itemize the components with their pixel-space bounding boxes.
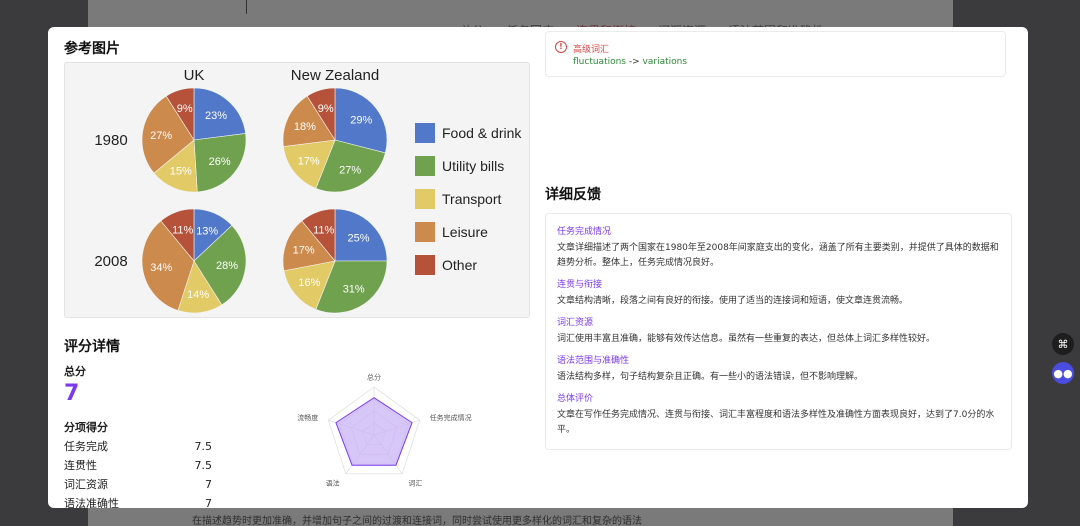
pie-slice-label: 9% [177,103,193,115]
pie-slice-label: 34% [150,262,172,274]
feedback-item: 语法范围与准确性 语法结构多样，句子结构复杂且正确。有一些小的语法错误，但不影响… [557,353,1000,385]
pie-slice-label: 18% [294,121,316,133]
feedback-item: 连贯与衔接 文章结构清晰，段落之间有良好的衔接。使用了适当的连接词和短语，使文章… [557,277,1000,309]
sub-score-value: 7.5 [194,440,213,453]
feedback-item: 词汇资源 词汇使用丰富且准确，能够有效传达信息。虽然有一些重复的表达，但总体上词… [557,315,1000,347]
feedback-item: 任务完成情况 文章详细描述了两个国家在1980年至2008年间家庭支出的变化，涵… [557,224,1000,271]
suggestion-title: 高级词汇 [573,45,610,55]
feedback-text: 语法结构多样，句子结构复杂且正确。有一些小的语法错误，但不影响理解。 [557,372,864,382]
radar-axis-label: 任务完成情况 [430,413,472,422]
feedback-text: 词汇使用丰富且准确，能够有效传达信息。虽然有一些重复的表达，但总体上词汇多样性较… [557,334,936,344]
legend-swatch [415,255,435,275]
background-divider [246,0,247,14]
feedback-text: 文章结构清晰，段落之间有良好的衔接。使用了适当的连接词和短语，使文章连贯流畅。 [557,296,909,306]
sub-score-row: 词汇资源 7 [64,477,212,496]
pie-slice-label: 25% [348,232,370,244]
background-footer-text: 在描述趋势时更加准确，并增加句子之间的过渡和连接词，同时尝试使用更多样化的词汇和… [192,516,642,526]
sub-score-value: 7.5 [194,459,213,472]
vocabulary-suggestion-card: ! 高级词汇 fluctuations -> variations [545,31,1006,77]
pie-row-label: 2008 [94,253,127,270]
legend-swatch [415,189,435,209]
legend-label: Utility bills [442,158,504,174]
detailed-feedback-title: 详细反馈 [545,187,601,203]
legend-swatch [415,123,435,143]
pie-slice-label: 17% [298,155,320,167]
grid-icon[interactable]: ⌘ [1052,333,1074,355]
feedback-heading: 语法范围与准确性 [557,356,630,366]
sub-scores-list: 任务完成 7.5 连贯性 7.5 词汇资源 7 语法准确性 7 [64,439,212,508]
pie-slice-label: 27% [339,165,361,177]
sub-score-row: 任务完成 7.5 [64,439,212,458]
sub-score-row: 语法准确性 7 [64,496,212,508]
pie-slice-label: 16% [298,277,320,289]
legend-swatch [415,222,435,242]
pie-slice-label: 28% [216,260,238,272]
pie-column-title: New Zealand [291,67,379,84]
original-word: fluctuations [573,57,626,67]
pie-slice-label: 11% [172,225,193,237]
pie-slice-label: 23% [205,110,227,122]
pie-slice-label: 15% [170,166,192,178]
pie-slice-label: 27% [150,130,172,142]
feedback-text: 文章在写作任务完成情况、连贯与衔接、词汇丰富程度和语法多样性及准确性方面表现良好… [557,410,995,435]
score-details-title: 评分详情 [64,339,120,355]
sub-score-value: 7 [205,478,212,491]
feedback-text: 文章详细描述了两个国家在1980年至2008年间家庭支出的变化，涵盖了所有主要类… [557,243,999,268]
pie-slice-label: 29% [350,115,372,127]
radar-axis-label: 词汇 [408,479,422,487]
pie-slice-label: 17% [293,245,315,257]
total-score-value: 7 [64,381,80,406]
pie-slice-label: 26% [209,156,231,168]
feedback-heading: 总体评价 [557,394,594,404]
radar-axis-label: 总分 [367,372,381,381]
sub-scores-label: 分项得分 [64,421,108,434]
sub-score-name: 语法准确性 [64,497,119,508]
feedback-heading: 连贯与衔接 [557,280,603,290]
score-radar-chart: 总分任务完成情况词汇 语法 流畅度 [297,372,472,487]
reference-image: UK New Zealand 1980 2008 23% 26% 15% 27% 9% 29% 27… [64,62,530,318]
legend-label: Transport [442,191,502,207]
detailed-feedback-card: 任务完成情况 文章详细描述了两个国家在1980年至2008年间家庭支出的变化，涵… [545,213,1012,450]
arrow-text: -> [628,57,640,67]
pie-slice-label: 11% [313,225,334,237]
pie-chart-figure: UK New Zealand 1980 2008 23% 26% 15% 27% 9% 29% 27… [94,67,522,314]
alert-circle-icon: ! [555,41,567,53]
total-score-label: 总分 [64,365,86,378]
assistant-bot-icon[interactable]: ●● [1052,362,1074,384]
radar-score-area [335,397,413,466]
reference-image-title: 参考图片 [64,41,120,57]
suggested-word: variations [642,57,688,67]
pie-row-label: 1980 [94,132,127,149]
pie-column-title: UK [184,67,205,84]
pie-slice-label: 13% [196,225,218,237]
radar-axis-label: 流畅度 [297,413,318,422]
sub-score-name: 词汇资源 [64,478,108,491]
sub-score-row: 连贯性 7.5 [64,458,212,477]
sub-score-name: 任务完成 [64,440,108,453]
feedback-item: 总体评价 文章在写作任务完成情况、连贯与衔接、词汇丰富程度和语法多样性及准确性方… [557,391,1000,438]
pie-slice-label: 9% [318,103,334,115]
suggestion-change: fluctuations -> variations [573,57,687,67]
sub-score-name: 连贯性 [64,459,97,472]
radar-axis-label: 语法 [326,478,340,487]
legend-label: Leisure [442,224,488,240]
legend-label: Food & drink [442,125,522,141]
pie-slice-label: 31% [343,284,365,296]
pie-slice-label: 14% [187,289,209,301]
legend-swatch [415,156,435,176]
feedback-modal: 参考图片 UK New Zealand 1980 2008 23% 26% 15% 27% 9%… [48,27,1028,508]
sub-score-value: 7 [205,497,212,508]
legend-label: Other [442,257,477,273]
feedback-heading: 词汇资源 [557,318,594,328]
feedback-heading: 任务完成情况 [557,227,612,237]
